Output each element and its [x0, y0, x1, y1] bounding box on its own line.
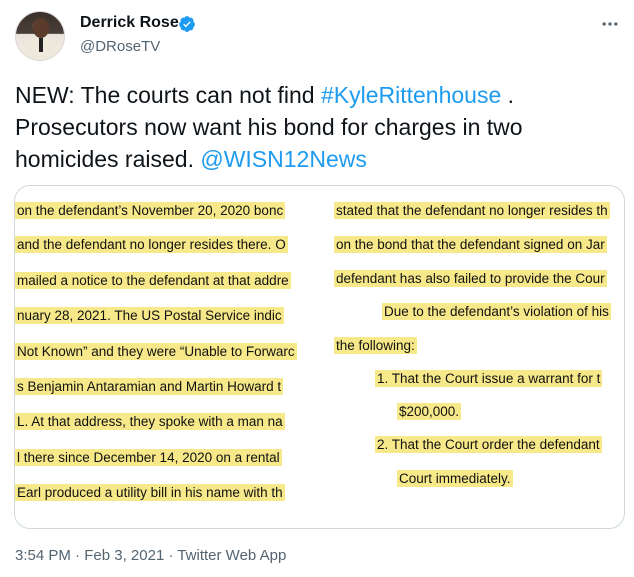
- tweet-text-part: NEW: The courts can not find: [15, 82, 321, 108]
- tweet-source[interactable]: Twitter Web App: [177, 547, 286, 564]
- document-left-column: on the defendant’s November 20, 2020 bon…: [15, 186, 323, 528]
- footer-separator: ·: [164, 547, 178, 564]
- document-line: L. At that address, they spoke with a ma…: [15, 413, 285, 430]
- document-line: $200,000.: [397, 403, 462, 420]
- attached-document-image[interactable]: on the defendant’s November 20, 2020 bon…: [14, 185, 625, 529]
- document-line: on the defendant’s November 20, 2020 bon…: [15, 202, 286, 219]
- document-right-column: stated that the defendant no longer resi…: [334, 186, 624, 528]
- document-line: l there since December 14, 2020 on a ren…: [15, 449, 282, 466]
- document-line: and the defendant no longer resides ther…: [15, 236, 288, 253]
- document-line: 1. That the Court issue a warrant for t: [375, 370, 603, 387]
- hashtag-link[interactable]: #KyleRittenhouse: [321, 82, 501, 108]
- tweet-date[interactable]: Feb 3, 2021: [84, 547, 164, 564]
- document-line: Earl produced a utility bill in his name…: [15, 484, 285, 501]
- tweet-time[interactable]: 3:54 PM: [15, 547, 71, 564]
- document-line: Court immediately.: [397, 470, 513, 487]
- document-line: Not Known” and they were “Unable to Forw…: [15, 343, 297, 360]
- author-name[interactable]: Derrick Rose: [80, 14, 179, 32]
- avatar-face: [33, 18, 49, 38]
- document-line: stated that the defendant no longer resi…: [334, 202, 610, 219]
- tweet-text: NEW: The courts can not find #KyleRitten…: [15, 79, 620, 175]
- tweet: Derrick Rose @DRoseTV NEW: The courts ca…: [0, 0, 634, 577]
- tweet-footer: 3:54 PM · Feb 3, 2021 · Twitter Web App: [15, 547, 286, 564]
- mention-link[interactable]: @WISN12News: [200, 146, 367, 172]
- footer-separator: ·: [70, 547, 85, 564]
- document-line: defendant has also failed to provide the…: [334, 270, 607, 287]
- document-line: on the bond that the defendant signed on…: [334, 236, 607, 253]
- document-line: Due to the defendant’s violation of his: [382, 303, 611, 320]
- verified-badge-icon: [179, 16, 195, 32]
- document-line: the following:: [334, 337, 417, 354]
- avatar-tie: [39, 38, 43, 52]
- document-line: nuary 28, 2021. The US Postal Service in…: [15, 307, 284, 324]
- author-handle[interactable]: @DRoseTV: [80, 38, 160, 55]
- more-options-icon[interactable]: [598, 12, 622, 36]
- avatar[interactable]: [15, 11, 65, 61]
- document-line: 2. That the Court order the defendant: [375, 436, 602, 453]
- document-line: mailed a notice to the defendant at that…: [15, 272, 291, 289]
- document-line: s Benjamin Antaramian and Martin Howard …: [15, 378, 284, 395]
